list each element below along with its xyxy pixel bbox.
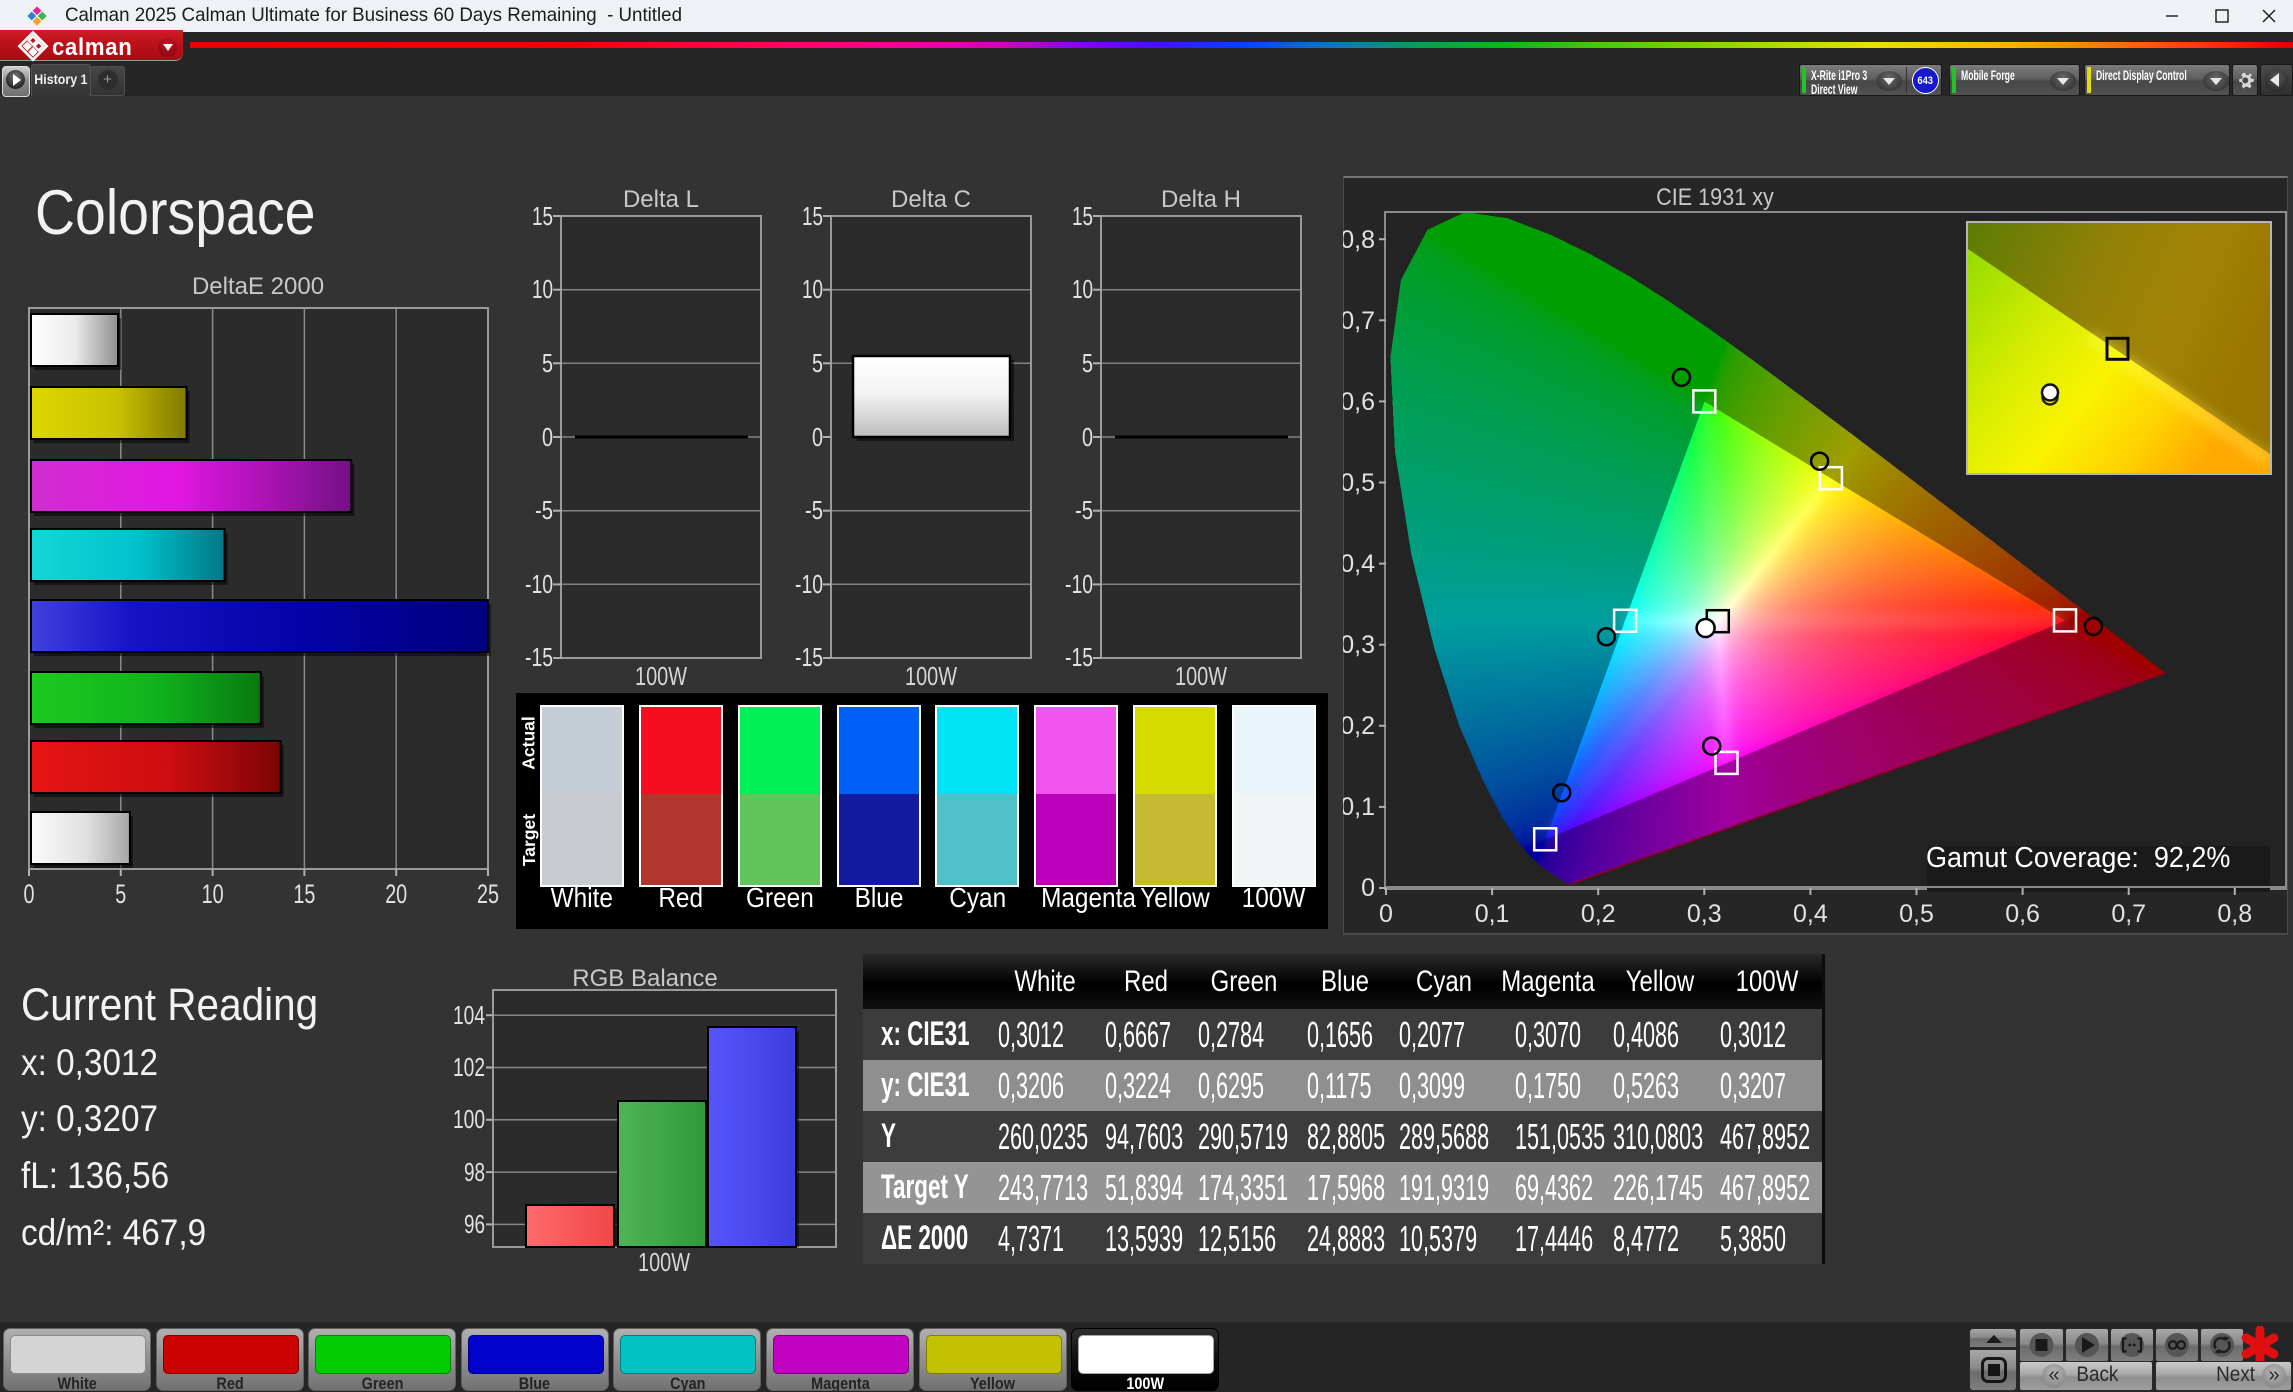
svg-text:-5: -5 bbox=[535, 495, 553, 525]
svg-text:0,1: 0,1 bbox=[1475, 900, 1510, 928]
svg-text:0,8: 0,8 bbox=[2217, 900, 2252, 928]
svg-text:100: 100 bbox=[453, 1104, 485, 1134]
svg-text:-15: -15 bbox=[525, 642, 553, 672]
svg-text:RGB Balance: RGB Balance bbox=[572, 965, 717, 992]
svg-text:0: 0 bbox=[812, 422, 823, 452]
svg-text:0,7: 0,7 bbox=[1343, 307, 1375, 335]
svg-text:0,7: 0,7 bbox=[2111, 900, 2146, 928]
svg-text:100W: 100W bbox=[635, 661, 687, 691]
svg-text:15: 15 bbox=[802, 201, 823, 231]
svg-text:0,3: 0,3 bbox=[1687, 900, 1722, 928]
svg-text:0: 0 bbox=[1082, 422, 1093, 452]
svg-text:10: 10 bbox=[202, 879, 224, 909]
svg-text:0,5: 0,5 bbox=[1899, 900, 1934, 928]
svg-text:20: 20 bbox=[385, 879, 407, 909]
svg-text:10: 10 bbox=[802, 274, 823, 304]
svg-text:100W: 100W bbox=[638, 1247, 690, 1277]
svg-text:15: 15 bbox=[1072, 201, 1093, 231]
svg-text:15: 15 bbox=[532, 201, 553, 231]
svg-text:0,4: 0,4 bbox=[1343, 550, 1375, 578]
svg-text:5: 5 bbox=[542, 348, 553, 378]
svg-text:0: 0 bbox=[542, 422, 553, 452]
svg-text:0: 0 bbox=[1379, 900, 1393, 928]
svg-text:5: 5 bbox=[1082, 348, 1093, 378]
svg-text:0,2: 0,2 bbox=[1343, 712, 1375, 740]
svg-text:104: 104 bbox=[453, 1000, 485, 1030]
svg-text:5: 5 bbox=[812, 348, 823, 378]
svg-text:-10: -10 bbox=[525, 569, 553, 599]
svg-text:-5: -5 bbox=[805, 495, 823, 525]
svg-text:100W: 100W bbox=[905, 661, 957, 691]
svg-text:10: 10 bbox=[1072, 274, 1093, 304]
svg-text:0,6: 0,6 bbox=[1343, 388, 1375, 416]
svg-text:0,2: 0,2 bbox=[1581, 900, 1616, 928]
svg-text:Delta L: Delta L bbox=[623, 186, 699, 213]
svg-text:0,1: 0,1 bbox=[1343, 793, 1375, 821]
svg-text:10: 10 bbox=[532, 274, 553, 304]
svg-text:96: 96 bbox=[464, 1209, 485, 1239]
svg-text:25: 25 bbox=[477, 879, 499, 909]
svg-text:0: 0 bbox=[1361, 874, 1375, 902]
svg-text:98: 98 bbox=[464, 1157, 485, 1187]
svg-text:15: 15 bbox=[293, 879, 315, 909]
svg-text:0,3: 0,3 bbox=[1343, 631, 1375, 659]
svg-text:-15: -15 bbox=[795, 642, 823, 672]
svg-text:Delta C: Delta C bbox=[891, 186, 971, 213]
svg-text:DeltaE 2000: DeltaE 2000 bbox=[192, 273, 324, 300]
svg-text:0,4: 0,4 bbox=[1793, 900, 1828, 928]
svg-text:Delta H: Delta H bbox=[1161, 186, 1241, 213]
svg-text:-10: -10 bbox=[795, 569, 823, 599]
svg-text:-15: -15 bbox=[1065, 642, 1093, 672]
svg-text:0,8: 0,8 bbox=[1343, 226, 1375, 254]
svg-text:5: 5 bbox=[115, 879, 126, 909]
svg-text:102: 102 bbox=[453, 1052, 485, 1082]
svg-text:-10: -10 bbox=[1065, 569, 1093, 599]
svg-text:0,5: 0,5 bbox=[1343, 469, 1375, 497]
svg-text:0: 0 bbox=[24, 879, 35, 909]
svg-text:-5: -5 bbox=[1075, 495, 1093, 525]
svg-text:100W: 100W bbox=[1175, 661, 1227, 691]
svg-text:0,6: 0,6 bbox=[2005, 900, 2040, 928]
